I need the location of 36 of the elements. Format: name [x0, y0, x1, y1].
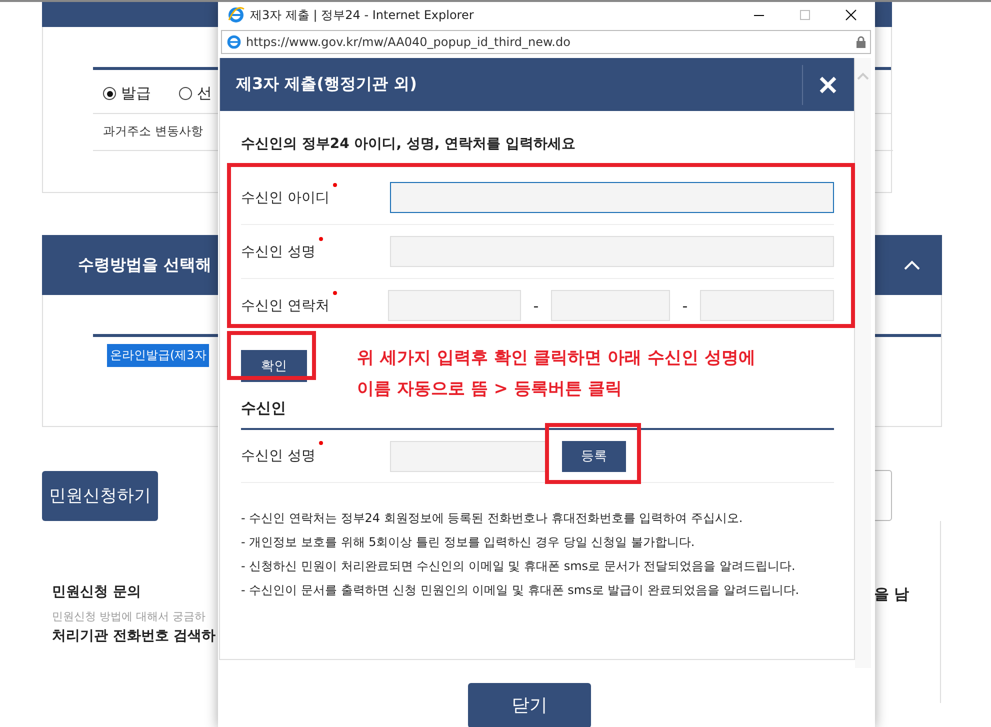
inquiry-title: 민원신청 문의 — [52, 583, 141, 601]
lock-icon — [856, 36, 866, 48]
browser-logo-icon — [227, 6, 245, 24]
close-button[interactable]: 닫기 — [468, 682, 591, 727]
register-button[interactable]: 등록 — [562, 440, 626, 472]
inquiry-description: 민원신청 방법에 대해서 궁금하 — [52, 609, 206, 624]
separator-text: - — [532, 296, 540, 314]
radio-option[interactable]: 선 — [179, 84, 212, 103]
radio-option[interactable]: 발급 — [103, 84, 151, 103]
annotation-text: 위 세가지 입력후 확인 클릭하면 아래 수신인 성명에 — [357, 347, 756, 370]
field-label: 수신인 아이디 — [241, 188, 330, 206]
phone-search-link[interactable]: 처리기관 전화번호 검색하 — [52, 627, 216, 645]
field-label: 수신인 성명 — [241, 447, 316, 465]
input-field[interactable] — [390, 182, 834, 213]
note-text: - 개인정보 보호를 위해 5회이상 틀린 정보를 입력하신 경우 당일 신청일 불가합니다. — [241, 534, 696, 551]
window-title: 제3자 제출 | 정부24 - Internet Explorer — [250, 6, 474, 24]
address-bar[interactable]: https://www.gov.kr/mw/AA040_popup_id_third_new.do — [221, 30, 871, 54]
apply-button[interactable]: 민원신청하기 — [42, 470, 158, 520]
separator-text: - — [681, 296, 689, 314]
dialog-title: 제3자 제출(행정기관 외) — [236, 74, 417, 95]
selected-option[interactable]: 온라인발급(제3자 — [107, 344, 210, 367]
note-text: - 수신인 연락처는 정부24 회원정보에 등록된 전화번호나 휴대전화번호를 입력하여 주십시오. — [241, 510, 744, 527]
note-text: - 수신인이 문서를 출력하면 신청 민원인의 이메일 및 휴대폰 sms로 발급이 완료되었음을 알려드립니다. — [241, 582, 800, 599]
info-text: 을 남 — [874, 585, 910, 604]
field-label: 수신인 성명 — [241, 242, 316, 260]
browser-logo-icon — [226, 34, 242, 50]
instruction-text: 수신인의 정부24 아이디, 성명, 연락처를 입력하세요 — [241, 135, 576, 153]
section-title: 수령방법을 선택해 — [78, 254, 212, 276]
field-label: 수신인 연락처 — [241, 296, 330, 314]
chevron-up-icon[interactable] — [904, 260, 920, 270]
url-text: https://www.gov.kr/mw/AA040_popup_id_third_new.do — [246, 35, 570, 49]
scroll-up-icon[interactable] — [857, 72, 869, 80]
note-text: - 신청하신 민원이 처리완료되면 수신인의 이메일 및 휴대폰 sms로 문서가 전달되었음을 알려드립니다. — [241, 558, 796, 575]
close-icon[interactable] — [845, 9, 857, 21]
section-title: 수신인 — [241, 397, 834, 430]
maximize-icon[interactable] — [799, 9, 811, 21]
